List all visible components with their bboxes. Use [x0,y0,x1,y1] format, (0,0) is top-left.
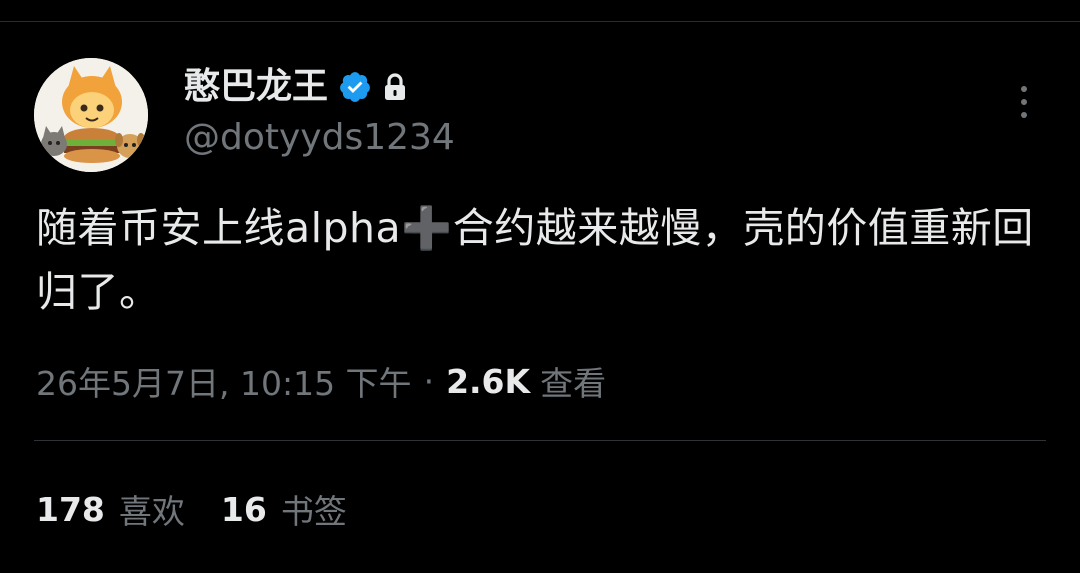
likes-count: 178 [36,489,105,529]
tweet-timestamp[interactable]: 26年5月7日, 10:15 下午 [36,357,412,405]
more-options-icon[interactable] [1010,80,1038,124]
top-divider [0,21,1080,22]
author-name-row: 憨巴龙王 [184,62,408,112]
bookmarks-stat[interactable]: 16 书签 [221,485,347,533]
author-avatar[interactable] [34,58,148,172]
more-dot [1021,86,1027,92]
lock-icon [382,72,408,102]
author-display-name[interactable]: 憨巴龙王 [184,62,328,112]
meta-separator: · [423,361,435,401]
tweet-meta: 26年5月7日, 10:15 下午 · 2.6K 查看 [36,356,606,406]
more-dot [1021,99,1027,105]
likes-label: 喜欢 [118,492,185,531]
bookmarks-label: 书签 [280,492,347,531]
views-label: 查看 [540,364,607,403]
cartoon-avatar-icon [34,58,148,172]
likes-stat[interactable]: 178 喜欢 [36,485,185,533]
stats-divider [34,440,1046,441]
verified-badge-icon[interactable] [338,70,372,104]
engagement-stats: 178 喜欢 16 书签 [36,484,383,534]
bookmarks-count: 16 [220,489,267,529]
author-handle[interactable]: @dotyyds1234 [184,114,455,162]
more-dot [1021,112,1027,118]
views-count: 2.6K [446,361,531,401]
tweet-text: 随着币安上线alpha➕合约越来越慢，壳的价值重新回归了。 [36,204,1034,316]
